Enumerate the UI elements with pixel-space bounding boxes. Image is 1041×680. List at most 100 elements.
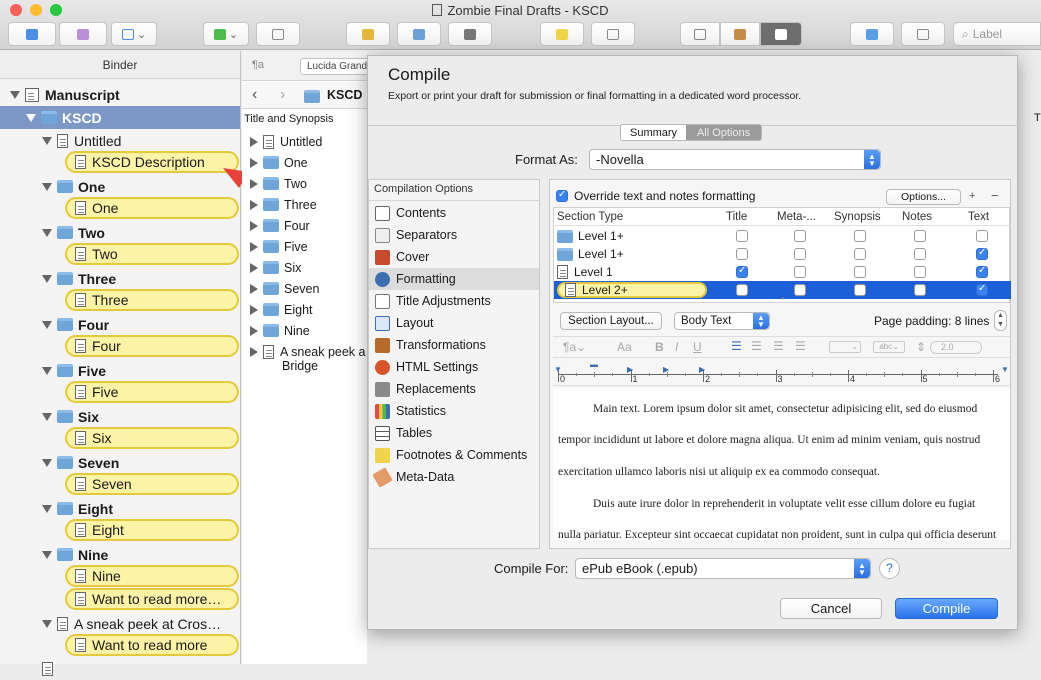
binder-item-manuscript[interactable]: Manuscript xyxy=(0,83,240,106)
option-contents[interactable]: Contents xyxy=(375,202,446,224)
disclosure-triangle-icon[interactable] xyxy=(42,274,52,283)
page-padding-stepper[interactable]: ▲ ▼ xyxy=(994,310,1007,331)
row-checkbox-text[interactable] xyxy=(976,247,988,260)
outliner-row[interactable]: Seven xyxy=(250,278,319,299)
column-text[interactable]: Text xyxy=(968,211,989,223)
row-checkbox-synopsis[interactable] xyxy=(854,230,866,242)
binder-item-three[interactable]: Three xyxy=(0,267,240,290)
compile-for-popup[interactable]: ePub eBook (.epub) ▲ ▼ xyxy=(575,558,871,579)
row-checkbox-notes[interactable] xyxy=(914,230,926,242)
compile-button[interactable]: Compile xyxy=(895,598,998,619)
row-checkbox-meta[interactable] xyxy=(794,266,806,278)
option-tables[interactable]: Tables xyxy=(375,422,432,444)
binder-item-kscd[interactable]: KSCD xyxy=(0,106,240,129)
row-checkbox-synopsis[interactable] xyxy=(854,248,866,260)
row-checkbox-synopsis[interactable] xyxy=(854,284,866,296)
option-html-settings[interactable]: HTML Settings xyxy=(375,356,478,378)
collections-button[interactable] xyxy=(59,22,107,46)
outliner-row[interactable]: Four xyxy=(250,215,310,236)
row-checkbox-title[interactable] xyxy=(736,230,748,242)
row-checkbox-meta[interactable] xyxy=(794,284,806,296)
forward-arrow-icon[interactable]: › xyxy=(280,86,285,104)
tab-stop-marker[interactable]: ▶ xyxy=(663,365,669,374)
binder-item-six[interactable]: Six xyxy=(0,405,240,428)
outliner-row[interactable]: Nine xyxy=(250,320,310,341)
disclosure-triangle-icon[interactable] xyxy=(250,283,258,294)
binder-item-four[interactable]: Four xyxy=(0,313,240,336)
disclosure-triangle-icon[interactable] xyxy=(250,157,258,168)
italic-icon[interactable]: I xyxy=(675,340,678,354)
option-statistics[interactable]: Statistics xyxy=(375,400,446,422)
binder-item-kscd-description[interactable]: KSCD Description xyxy=(65,151,239,173)
disclosure-triangle-icon[interactable] xyxy=(42,458,52,467)
disclosure-triangle-icon[interactable] xyxy=(250,220,258,231)
outliner-row[interactable]: One xyxy=(250,152,308,173)
disclosure-triangle-icon[interactable] xyxy=(42,550,52,559)
right-indent-marker[interactable]: ▼ xyxy=(1001,365,1009,374)
trash-button[interactable] xyxy=(256,22,300,46)
option-title-adjustments[interactable]: Title Adjustments xyxy=(375,290,491,312)
section-type-row[interactable]: Level 1+ xyxy=(554,227,1011,245)
add-button[interactable]: ⌄ xyxy=(203,22,249,46)
row-checkbox-text[interactable] xyxy=(976,230,988,242)
align-center-icon[interactable]: ☰ xyxy=(751,339,762,353)
outliner-view-button[interactable] xyxy=(760,22,802,46)
column-notes[interactable]: Notes xyxy=(902,211,932,223)
scrivenings-view-button[interactable] xyxy=(680,22,720,46)
row-checkbox-title[interactable] xyxy=(736,284,748,296)
justify-icon[interactable]: ☰ xyxy=(795,339,806,353)
disclosure-triangle-icon[interactable] xyxy=(42,412,52,421)
first-line-indent-marker[interactable]: ▬ xyxy=(590,360,598,369)
row-checkbox-text[interactable] xyxy=(976,265,988,278)
section-type-label[interactable]: Level 1+ xyxy=(557,228,707,244)
outliner-row[interactable]: Three xyxy=(250,194,317,215)
binder-item-seven-text[interactable]: Seven xyxy=(65,473,239,495)
disclosure-triangle-icon[interactable] xyxy=(250,262,258,273)
binder-item-five[interactable]: Five xyxy=(0,359,240,382)
disclosure-triangle-icon[interactable] xyxy=(26,113,36,122)
label-search-field[interactable]: ⌕ Label xyxy=(953,22,1041,46)
align-left-icon[interactable]: ☰ xyxy=(731,339,742,353)
align-right-icon[interactable]: ☰ xyxy=(773,339,784,353)
disclosure-triangle-icon[interactable] xyxy=(250,199,258,210)
outliner-row[interactable]: Five xyxy=(250,236,308,257)
row-checkbox-title[interactable] xyxy=(736,248,748,260)
tab-summary[interactable]: Summary xyxy=(621,125,687,140)
disclosure-triangle-icon[interactable] xyxy=(42,320,52,329)
binder-item-nine-text[interactable]: Nine xyxy=(65,565,239,587)
tab-stop-marker[interactable]: ▶ xyxy=(627,365,633,374)
outliner-row[interactable]: Two xyxy=(250,173,307,194)
row-checkbox-meta[interactable] xyxy=(794,230,806,242)
font-icon[interactable]: Aa xyxy=(617,340,632,354)
row-checkbox-notes[interactable] xyxy=(914,284,926,296)
row-checkbox-text[interactable] xyxy=(976,283,988,296)
disclosure-triangle-icon[interactable] xyxy=(42,619,52,628)
row-checkbox-synopsis[interactable] xyxy=(854,266,866,278)
row-checkbox-notes[interactable] xyxy=(914,248,926,260)
section-type-label[interactable]: Level 2+ xyxy=(557,282,707,298)
format-selector[interactable]: ¶a xyxy=(252,59,264,71)
outliner-row[interactable]: Untitled xyxy=(250,131,322,152)
section-type-label[interactable]: Level 1 xyxy=(557,264,707,280)
edit-button[interactable] xyxy=(397,22,441,46)
left-indent-marker[interactable]: ▼ xyxy=(554,365,562,374)
font-selector[interactable]: Lucida Grand xyxy=(300,58,370,75)
option-meta-data[interactable]: Meta-Data xyxy=(372,466,454,488)
option-formatting[interactable]: Formatting xyxy=(369,268,539,290)
bold-icon[interactable]: B xyxy=(655,340,664,354)
binder-item-one[interactable]: One xyxy=(0,175,240,198)
options-button[interactable]: Options... xyxy=(886,189,961,205)
binder-item-seven[interactable]: Seven xyxy=(0,451,240,474)
column-meta[interactable]: Meta-... xyxy=(777,211,816,223)
binder-item-two-text[interactable]: Two xyxy=(65,243,239,265)
disclosure-triangle-icon[interactable] xyxy=(42,228,52,237)
keywords-button[interactable] xyxy=(346,22,390,46)
column-section-type[interactable]: Section Type xyxy=(557,211,623,223)
line-spacing-icon[interactable]: ⇕ xyxy=(916,340,926,354)
option-separators[interactable]: Separators xyxy=(375,224,457,246)
row-checkbox-notes[interactable] xyxy=(914,266,926,278)
option-footnotes-comments[interactable]: Footnotes & Comments xyxy=(375,444,527,466)
style-popup[interactable]: Body Text ▲ ▼ xyxy=(674,312,770,330)
disclosure-triangle-icon[interactable] xyxy=(250,346,258,357)
remove-level-icon[interactable]: − xyxy=(991,188,999,203)
